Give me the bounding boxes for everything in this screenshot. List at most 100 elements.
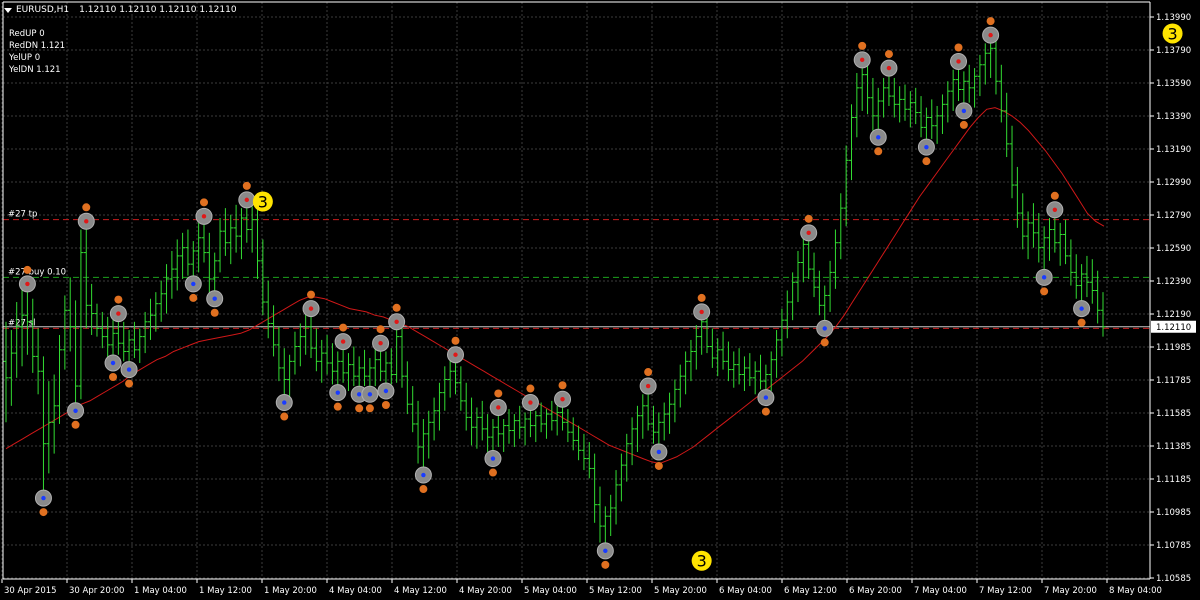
fractal-dot <box>884 50 893 59</box>
fractal-dot <box>1040 287 1049 296</box>
x-tick-label: 5 May 04:00 <box>524 586 577 596</box>
y-tick-label: 1.10585 <box>1156 574 1191 584</box>
x-tick-label: 5 May 12:00 <box>589 586 642 596</box>
signal-marker-dot <box>394 319 399 325</box>
signal-marker-dot <box>378 341 383 346</box>
signal-marker-dot <box>876 135 881 140</box>
y-tick-label: 1.12590 <box>1156 244 1191 254</box>
signal-marker-dot <box>645 383 651 389</box>
y-tick-label: 1.12190 <box>1156 310 1191 320</box>
fractal-dot <box>761 407 770 416</box>
x-tick-label: 6 May 04:00 <box>719 586 772 596</box>
signal-marker-dot <box>859 57 865 63</box>
x-tick-label: 7 May 04:00 <box>914 586 967 596</box>
x-tick-label: 7 May 20:00 <box>1044 586 1097 596</box>
signal-marker-dot <box>656 449 662 455</box>
x-tick-label: 7 May 12:00 <box>979 586 1032 596</box>
fractal-dot <box>71 420 80 429</box>
y-tick-label: 1.12390 <box>1156 277 1191 287</box>
fractal-dot <box>526 384 535 393</box>
fractal-dot <box>419 485 428 494</box>
signal-marker-dot <box>84 219 89 224</box>
fractal-dot <box>23 265 32 274</box>
signal-marker-dot <box>1079 306 1084 311</box>
fractal-dot <box>494 389 503 398</box>
current-price-label: 1.12110 <box>1156 323 1191 333</box>
signal-marker-dot <box>244 197 250 203</box>
fractal-dot <box>558 381 567 390</box>
y-tick-label: 1.12790 <box>1156 211 1191 221</box>
fractal-dot <box>242 181 251 190</box>
signal-marker-dot <box>961 108 967 114</box>
y-tick-label: 1.11785 <box>1156 376 1191 386</box>
y-tick-label: 1.13190 <box>1156 145 1191 155</box>
x-tick-label: 4 May 12:00 <box>394 586 447 596</box>
signal-marker-dot <box>988 32 993 38</box>
signal-marker-dot <box>110 360 116 366</box>
fractal-dot <box>355 404 364 413</box>
fractal-dot <box>1077 318 1086 327</box>
wave-label-text: 3 <box>258 193 268 212</box>
y-tick-label: 1.12990 <box>1156 178 1191 188</box>
yel-dn-value: YelDN 1.121 <box>9 65 61 75</box>
fractal-dot <box>392 303 401 312</box>
signal-marker-dot <box>924 144 929 150</box>
signal-marker-dot <box>956 59 961 64</box>
red-up-value: RedUP 0 <box>9 29 45 39</box>
fractal-dot <box>488 468 497 477</box>
axes: 1.13990 1.13790 1.13590 1.13390 1.13190 1.129… <box>1 1 1196 596</box>
wave-label-text: 3 <box>697 552 707 571</box>
fractal-dot <box>189 293 198 302</box>
fractal-dot <box>820 338 829 347</box>
fractal-dot <box>109 372 118 381</box>
y-tick-label: 1.13390 <box>1156 112 1191 122</box>
x-tick-label: 4 May 20:00 <box>459 586 512 596</box>
signal-marker-dot <box>1052 207 1058 212</box>
signal-marker-dot <box>335 390 340 395</box>
x-tick-label: 5 May 20:00 <box>654 586 707 596</box>
signal-marker-dot <box>806 230 811 236</box>
grid <box>1 2 1150 579</box>
x-tick-label: 6 May 20:00 <box>849 586 902 596</box>
signal-marker-dot <box>421 472 426 478</box>
fractal-dot <box>114 295 123 304</box>
x-tick-label: 8 May 04:00 <box>1109 586 1162 596</box>
fractal-dot <box>922 157 931 166</box>
fractal-dot <box>307 290 316 299</box>
order-line-label: #27 buy 0.10 <box>8 267 66 277</box>
chart-header: EURUSD,H1 1.12110 1.12110 1.12110 1.1211… <box>4 3 237 17</box>
fractal-dot <box>1050 191 1059 200</box>
signal-marker-dot <box>528 400 533 405</box>
x-tick-label: 1 May 12:00 <box>199 586 252 596</box>
symbol-label: EURUSD,H1 <box>16 5 70 15</box>
fractal-dot <box>381 401 390 409</box>
fractal-dot <box>333 402 342 411</box>
signal-marker-dot <box>116 311 121 316</box>
signal-marker-dot <box>73 408 78 413</box>
fractal-dot <box>339 323 348 332</box>
price-chart[interactable]: #27 tp#27 buy 0.10#27 sl 3333 1.139901.1… <box>0 0 1200 600</box>
x-tick-label: 1 May 20:00 <box>264 586 317 596</box>
signal-marker-dot <box>496 405 501 410</box>
signal-marker-dot <box>453 352 458 357</box>
fractal-dot <box>954 43 963 52</box>
y-tick-label: 1.11185 <box>1156 475 1191 485</box>
ohlc-values: 1.12110 1.12110 1.12110 1.12110 <box>79 5 237 15</box>
wave-label-text: 3 <box>1167 24 1177 43</box>
signal-markers <box>18 17 1091 569</box>
dropdown-triangle-icon[interactable] <box>4 7 12 13</box>
x-tick-label: 30 Apr 2015 <box>4 586 57 596</box>
moving-average-line <box>5 107 1105 465</box>
signal-marker-dot <box>41 495 46 501</box>
fractal-dot <box>858 41 867 50</box>
signal-marker-dot <box>212 296 217 301</box>
fractal-dot <box>959 120 968 129</box>
signal-marker-dot <box>822 326 827 331</box>
order-line-label: #27 tp <box>8 210 37 220</box>
signal-marker-dot <box>699 309 704 315</box>
moving-average-path <box>5 107 1105 465</box>
candles <box>3 35 1106 551</box>
signal-marker-dot <box>356 392 362 397</box>
fractal-dot <box>39 508 48 517</box>
fractal-dot <box>210 308 219 317</box>
